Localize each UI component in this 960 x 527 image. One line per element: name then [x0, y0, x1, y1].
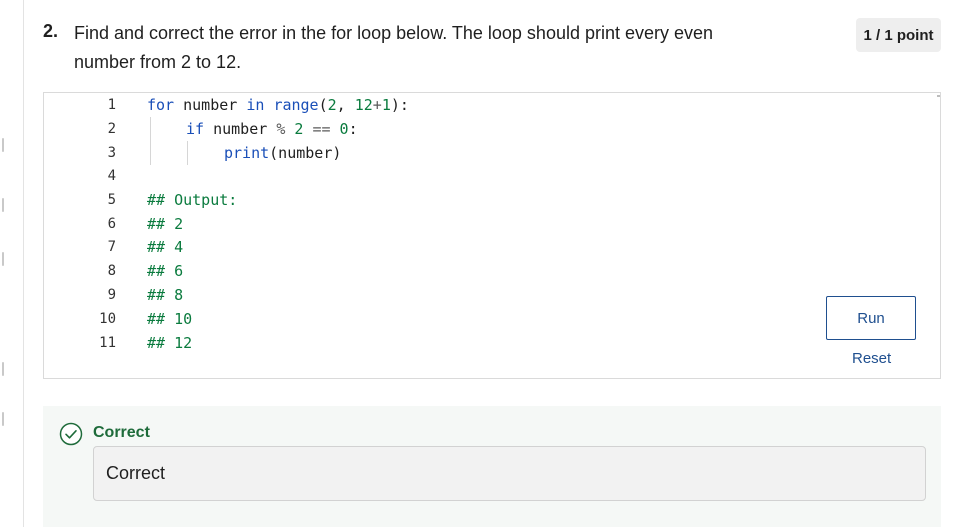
- question-text: Find and correct the error in the for lo…: [74, 23, 714, 72]
- rail-marker: [2, 198, 4, 212]
- line-number: 5: [107, 192, 116, 208]
- editor-scroll-indicator: [937, 95, 940, 97]
- indent-guide: [187, 141, 188, 165]
- code-line-7: ## 4: [147, 238, 184, 256]
- code-line-11: ## 12: [147, 334, 193, 352]
- feedback-message: Correct: [93, 446, 926, 501]
- line-number: 7: [107, 239, 116, 255]
- line-number: 6: [107, 216, 116, 232]
- question-number: 2.: [43, 21, 59, 41]
- line-number: 8: [107, 263, 116, 279]
- line-number: 1: [107, 97, 116, 113]
- rail-marker: [2, 362, 4, 376]
- code-line-6: ## 2: [147, 215, 184, 233]
- points-badge: 1 / 1 point: [856, 18, 941, 52]
- feedback-title: Correct: [93, 424, 150, 441]
- code-line-5: ## Output:: [147, 191, 238, 209]
- line-number: 4: [107, 168, 116, 184]
- code-line-3: print(number): [224, 144, 342, 162]
- code-line-10: ## 10: [147, 310, 193, 328]
- line-number: 10: [99, 311, 116, 327]
- line-number: 2: [107, 121, 116, 137]
- code-line-9: ## 8: [147, 286, 184, 304]
- left-rail-divider: [23, 0, 24, 527]
- code-line-8: ## 6: [147, 262, 184, 280]
- indent-guide: [150, 117, 151, 165]
- line-number: 3: [107, 145, 116, 161]
- rail-marker: [2, 412, 4, 426]
- code-editor[interactable]: 1 2 3 4 5 6 7 8 9 10 11 for number in ra…: [43, 92, 941, 379]
- left-rail: [0, 0, 24, 527]
- rail-marker: [2, 138, 4, 152]
- line-number-gutter: 1 2 3 4 5 6 7 8 9 10 11: [44, 93, 134, 378]
- run-button[interactable]: Run: [826, 296, 916, 340]
- line-number: 9: [107, 287, 116, 303]
- check-circle-icon: [59, 422, 83, 446]
- code-line-1: for number in range(2, 12+1):: [147, 96, 409, 114]
- line-number: 11: [99, 335, 116, 351]
- reset-link[interactable]: Reset: [852, 350, 891, 367]
- rail-marker: [2, 252, 4, 266]
- code-line-2: if number % 2 == 0:: [186, 120, 358, 138]
